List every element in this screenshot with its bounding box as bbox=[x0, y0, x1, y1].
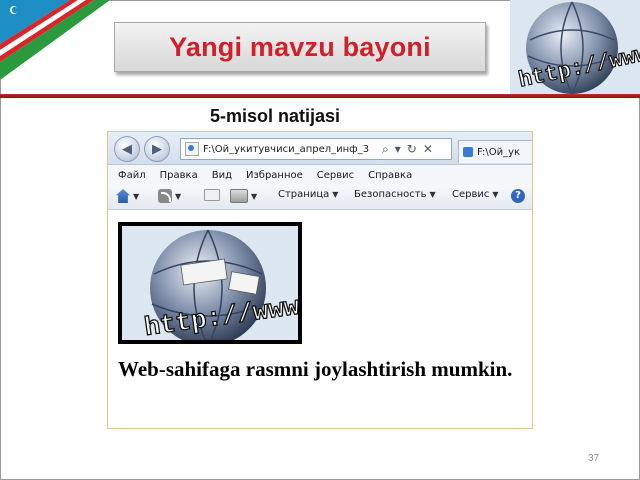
home-button[interactable]: ▼ bbox=[116, 189, 139, 203]
page-menu-label: Страница bbox=[278, 189, 330, 200]
address-bar[interactable]: F:\Ой_укитувчиси_апрел_инф_3 ⌕ ▾ ↻ ✕ bbox=[180, 138, 452, 160]
menu-file[interactable]: Файл bbox=[118, 170, 146, 181]
flag-decoration bbox=[0, 0, 110, 80]
tools-menu-button[interactable]: Сервис ▼ bbox=[452, 189, 499, 200]
page-content-text: Web-sahifaga rasmni joylashtirish mumkin… bbox=[118, 357, 513, 381]
feeds-button[interactable]: ▼ bbox=[158, 189, 181, 203]
menu-edit[interactable]: Правка bbox=[160, 170, 198, 181]
printer-icon bbox=[230, 189, 248, 203]
help-button[interactable]: ? bbox=[511, 189, 525, 203]
slide-subtitle: 5-misol natijasi bbox=[210, 106, 341, 126]
globe-logo: http://www bbox=[510, 0, 640, 96]
page-menu-button[interactable]: Страница ▼ bbox=[278, 189, 338, 200]
refresh-icon[interactable]: ↻ bbox=[407, 142, 417, 157]
mail-button[interactable] bbox=[204, 189, 220, 201]
caret-icon: ▼ bbox=[429, 190, 436, 199]
menu-tools[interactable]: Сервис bbox=[317, 170, 354, 181]
caret-icon: ▼ bbox=[332, 190, 339, 199]
page-number: 37 bbox=[588, 453, 600, 464]
slide-title: Yangi mavzu bayoni bbox=[169, 31, 431, 62]
menu-help[interactable]: Справка bbox=[368, 170, 412, 181]
search-icon[interactable]: ⌕ bbox=[382, 142, 389, 157]
browser-command-bar: ▼ ▼ ▼ Страница ▼ Безопасность ▼ Сервис ▼… bbox=[108, 185, 532, 210]
address-text: F:\Ой_укитувчиси_апрел_инф_3 bbox=[203, 143, 370, 155]
rss-feed-icon bbox=[158, 189, 172, 203]
caret-icon: ▼ bbox=[175, 191, 182, 201]
caret-icon: ▼ bbox=[251, 191, 258, 201]
safety-menu-button[interactable]: Безопасность ▼ bbox=[354, 189, 436, 200]
caret-icon: ▼ bbox=[492, 190, 499, 199]
help-icon: ? bbox=[511, 189, 525, 203]
dropdown-icon[interactable]: ▾ bbox=[395, 142, 401, 157]
globe-image: http://www bbox=[118, 222, 302, 344]
tools-menu-label: Сервис bbox=[452, 189, 490, 200]
forward-arrow-icon[interactable]: ▶ bbox=[144, 136, 170, 162]
back-arrow-icon[interactable]: ◀ bbox=[114, 136, 140, 162]
close-icon[interactable]: ✕ bbox=[423, 142, 433, 157]
title-box: Yangi mavzu bayoni bbox=[114, 22, 486, 72]
tab-title: F:\Ой_ук bbox=[477, 146, 521, 158]
print-button[interactable]: ▼ bbox=[230, 189, 257, 203]
tab-page-icon bbox=[463, 147, 473, 157]
mail-icon bbox=[204, 189, 220, 201]
safety-menu-label: Безопасность bbox=[354, 189, 427, 200]
browser-menu-bar: Файл Правка Вид Избранное Сервис Справка bbox=[108, 165, 532, 185]
page-icon bbox=[185, 142, 199, 156]
menu-favorites[interactable]: Избранное bbox=[246, 170, 303, 181]
header-rule bbox=[0, 94, 640, 98]
browser-nav-bar: ◀ ▶ F:\Ой_укитувчиси_апрел_инф_3 ⌕ ▾ ↻ ✕… bbox=[108, 132, 532, 165]
caret-icon: ▼ bbox=[133, 191, 140, 201]
menu-view[interactable]: Вид bbox=[212, 170, 232, 181]
browser-tab[interactable]: F:\Ой_ук bbox=[458, 140, 532, 163]
home-icon bbox=[116, 189, 130, 203]
